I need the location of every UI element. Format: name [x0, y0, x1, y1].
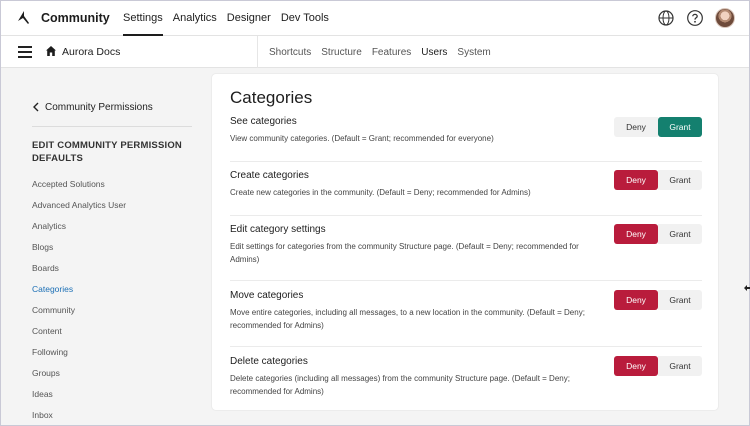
permission-toggle: Deny Grant	[614, 224, 702, 244]
back-to-community-permissions[interactable]: Community Permissions	[32, 97, 192, 117]
grant-button[interactable]: Grant	[658, 356, 702, 376]
tab-designer[interactable]: Designer	[227, 1, 271, 36]
permission-description: Move entire categories, including all me…	[230, 308, 585, 330]
permission-name: See categories	[230, 116, 297, 127]
permission-toggle: Deny Grant	[614, 356, 702, 376]
sidebar-item-community[interactable]: Community	[32, 300, 192, 321]
sidebar-item-following[interactable]: Following	[32, 342, 192, 363]
avatar[interactable]	[715, 8, 735, 28]
permission-row-see-categories: See categories View community categories…	[230, 116, 702, 162]
sidebar-item-categories[interactable]: Categories	[32, 279, 192, 300]
sidebar-item-groups[interactable]: Groups	[32, 363, 192, 384]
sidebar-divider	[32, 126, 192, 127]
secondary-navigation-bar: Aurora Docs Shortcuts Structure Features…	[1, 36, 749, 68]
sidebar-item-content[interactable]: Content	[32, 321, 192, 342]
subnav-structure[interactable]: Structure	[321, 47, 362, 58]
permissions-card: Categories See categories View community…	[211, 73, 719, 411]
deny-button[interactable]: Deny	[614, 356, 658, 376]
permission-toggle: Deny Grant	[614, 170, 702, 190]
top-nav-tabs: Settings Analytics Designer Dev Tools	[123, 1, 339, 36]
subnav-users[interactable]: Users	[421, 47, 447, 58]
back-link-label: Community Permissions	[45, 101, 153, 113]
subnav-features[interactable]: Features	[372, 47, 411, 58]
permission-name: Edit category settings	[230, 224, 326, 235]
permission-name: Delete categories	[230, 356, 308, 367]
top-navigation-bar: Community Settings Analytics Designer De…	[1, 1, 749, 36]
sidebar-item-accepted-solutions[interactable]: Accepted Solutions	[32, 174, 192, 195]
sidebar-item-inbox[interactable]: Inbox	[32, 405, 192, 426]
permission-description: View community categories. (Default = Gr…	[230, 134, 494, 143]
subnav-system[interactable]: System	[457, 47, 490, 58]
top-right-icons	[646, 8, 735, 28]
tab-analytics[interactable]: Analytics	[173, 1, 217, 36]
deny-button[interactable]: Deny	[614, 117, 658, 137]
permission-name: Create categories	[230, 170, 309, 181]
help-icon[interactable]	[686, 9, 704, 27]
hamburger-menu-icon[interactable]	[18, 46, 32, 58]
globe-icon[interactable]	[657, 9, 675, 27]
permission-description: Delete categories (including all message…	[230, 374, 570, 396]
permission-toggle: Deny Grant	[614, 117, 702, 137]
sidebar-item-boards[interactable]: Boards	[32, 258, 192, 279]
permission-toggle: Deny Grant	[614, 290, 702, 310]
resize-cursor-icon	[744, 285, 750, 291]
site-name[interactable]: Aurora Docs	[62, 46, 120, 58]
sidebar-item-blogs[interactable]: Blogs	[32, 237, 192, 258]
grant-button[interactable]: Grant	[658, 224, 702, 244]
tab-dev-tools[interactable]: Dev Tools	[281, 1, 329, 36]
sidebar-section-title: EDIT COMMUNITY PERMISSION DEFAULTS	[32, 140, 182, 164]
app-name[interactable]: Community	[41, 11, 110, 25]
grant-button[interactable]: Grant	[658, 117, 702, 137]
tab-settings[interactable]: Settings	[123, 1, 163, 36]
permission-row-edit-category-settings: Edit category settings Edit settings for…	[230, 224, 702, 281]
permissions-sidebar: Community Permissions EDIT COMMUNITY PER…	[32, 97, 192, 426]
permission-name: Move categories	[230, 290, 304, 301]
deny-button[interactable]: Deny	[614, 290, 658, 310]
permission-description: Edit settings for categories from the co…	[230, 242, 579, 264]
chevron-left-icon	[33, 102, 39, 112]
deny-button[interactable]: Deny	[614, 170, 658, 190]
sidebar-item-ideas[interactable]: Ideas	[32, 384, 192, 405]
permission-row-create-categories: Create categories Create new categories …	[230, 170, 702, 216]
subnav-shortcuts[interactable]: Shortcuts	[269, 47, 311, 58]
community-logo-icon[interactable]	[15, 10, 31, 26]
sidebar-item-advanced-analytics-user[interactable]: Advanced Analytics User	[32, 195, 192, 216]
deny-button[interactable]: Deny	[614, 224, 658, 244]
sidebar-list: Accepted Solutions Advanced Analytics Us…	[32, 174, 192, 426]
home-icon[interactable]	[45, 45, 57, 57]
admin-sub-nav: Shortcuts Structure Features Users Syste…	[257, 36, 501, 68]
permission-row-move-categories: Move categories Move entire categories, …	[230, 290, 702, 347]
grant-button[interactable]: Grant	[658, 290, 702, 310]
page-title: Categories	[230, 88, 313, 107]
permission-row-delete-categories: Delete categories Delete categories (inc…	[230, 356, 702, 410]
permission-description: Create new categories in the community. …	[230, 188, 531, 197]
sidebar-item-analytics[interactable]: Analytics	[32, 216, 192, 237]
grant-button[interactable]: Grant	[658, 170, 702, 190]
